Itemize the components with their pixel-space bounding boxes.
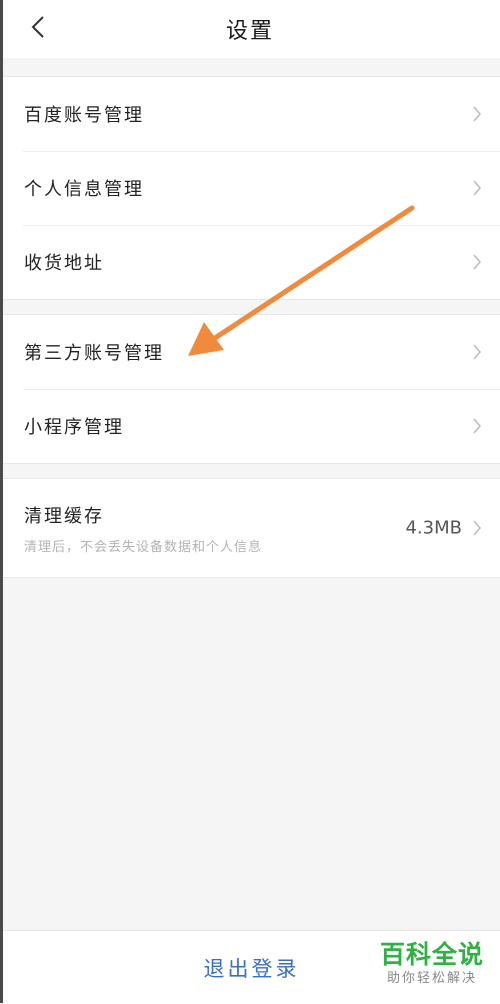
clear-cache-subtitle: 清理后，不会丢失设备数据和个人信息	[24, 539, 263, 555]
chevron-right-icon	[472, 417, 482, 435]
top-bar: 设置	[0, 0, 500, 58]
chevron-right-icon	[472, 253, 482, 271]
chevron-right-icon	[472, 105, 482, 123]
third-party-account-management-item[interactable]: 第三方账号管理	[3, 315, 500, 389]
row-label: 个人信息管理	[24, 179, 144, 200]
baidu-account-management-item[interactable]: 百度账号管理	[3, 77, 500, 151]
chevron-left-icon	[31, 16, 44, 38]
cache-text: 清理缓存 清理后，不会丢失设备数据和个人信息	[24, 502, 262, 555]
row-label: 小程序管理	[24, 417, 124, 438]
cache-group: 清理缓存 清理后，不会丢失设备数据和个人信息 4.3MB	[3, 478, 500, 578]
logout-button[interactable]: 退出登录	[204, 953, 300, 983]
watermark-main-text: 百科全说	[379, 940, 484, 969]
row-label: 收货地址	[24, 253, 104, 274]
window-frame-edge	[0, 0, 3, 1003]
row-label: 第三方账号管理	[24, 343, 164, 364]
mini-program-management-item[interactable]: 小程序管理	[3, 389, 500, 463]
watermark-sub-text: 助你轻松解决	[386, 971, 477, 986]
page-title: 设置	[225, 19, 274, 44]
watermark-logo: 百科全说 助你轻松解决	[372, 940, 492, 996]
clear-cache-title: 清理缓存	[24, 505, 104, 527]
back-button[interactable]	[26, 11, 50, 43]
chevron-right-icon	[472, 179, 482, 197]
account-settings-group: 百度账号管理 个人信息管理 收货地址	[3, 76, 500, 300]
clear-cache-item[interactable]: 清理缓存 清理后，不会丢失设备数据和个人信息 4.3MB	[3, 479, 500, 577]
personal-info-management-item[interactable]: 个人信息管理	[3, 151, 500, 225]
cache-size-value: 4.3MB	[405, 517, 462, 539]
row-label: 百度账号管理	[24, 105, 144, 126]
chevron-right-icon	[472, 519, 482, 537]
shipping-address-item[interactable]: 收货地址	[3, 225, 500, 299]
third-party-group: 第三方账号管理 小程序管理	[3, 314, 500, 464]
chevron-right-icon	[472, 343, 482, 361]
